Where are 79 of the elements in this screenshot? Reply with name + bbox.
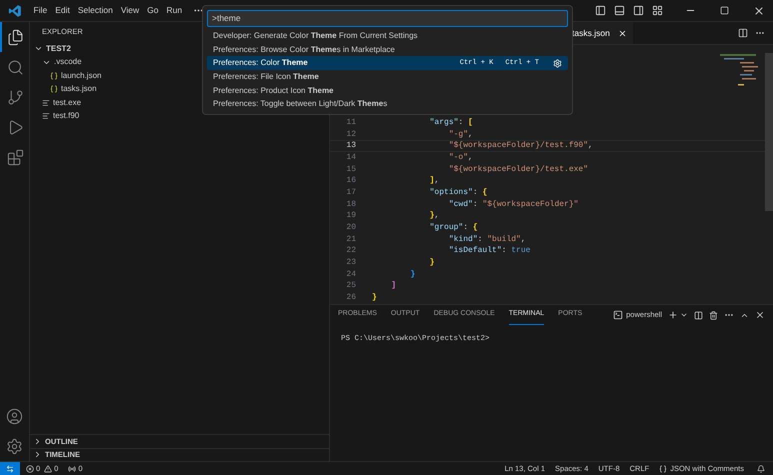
line-number: 19 xyxy=(345,210,356,222)
code-line: "isDefault": true xyxy=(448,245,530,258)
code-line: "options": { xyxy=(428,186,488,199)
close-icon[interactable] xyxy=(755,310,765,320)
code-line: }, xyxy=(428,210,440,222)
trash-icon[interactable] xyxy=(709,310,718,320)
app-logo-icon xyxy=(8,4,22,18)
command-item[interactable]: Developer: Generate Color Theme From Current Settings xyxy=(207,29,568,43)
explorer-entry[interactable]: test.f90 xyxy=(30,110,329,123)
branch-icon[interactable] xyxy=(7,88,24,106)
line-number: 12 xyxy=(345,128,356,141)
line-number: 18 xyxy=(345,198,356,211)
maximize-icon[interactable] xyxy=(720,6,729,15)
menu-item[interactable]: Selection xyxy=(74,4,116,17)
braces-icon xyxy=(50,72,58,80)
play-icon[interactable] xyxy=(7,118,24,136)
close-icon[interactable] xyxy=(618,28,627,38)
code-line: "-g", xyxy=(448,128,473,141)
line-number: 16 xyxy=(345,175,356,188)
panel-bottom-icon[interactable] xyxy=(614,5,625,16)
files-icon[interactable] xyxy=(7,28,24,46)
ports-icon xyxy=(68,464,76,472)
command-item[interactable]: Preferences: Toggle between Light/Dark Themes xyxy=(207,97,568,112)
menu-item[interactable]: View xyxy=(117,4,143,17)
lines-icon xyxy=(42,112,50,120)
code-line: "cwd": "${workspaceFolder}" xyxy=(448,198,578,211)
split-icon[interactable] xyxy=(694,310,703,320)
command-item[interactable]: Preferences: Browse Color Themes in Marketplace xyxy=(207,42,568,56)
menu-item[interactable]: Go xyxy=(144,4,162,17)
warning-icon xyxy=(44,464,52,472)
menu-item[interactable]: File xyxy=(30,4,51,17)
settings-icon[interactable] xyxy=(6,438,23,454)
command-item[interactable]: Preferences: File Icon Theme xyxy=(207,70,568,84)
search-icon[interactable] xyxy=(7,58,24,76)
code-line: } xyxy=(409,268,416,281)
braces-icon xyxy=(50,85,58,94)
code-line: "${workspaceFolder}/test.exe" xyxy=(448,164,588,176)
lines-icon xyxy=(42,98,50,107)
line-number: 14 xyxy=(345,152,356,164)
plus-icon[interactable] xyxy=(668,310,678,320)
line-number: 15 xyxy=(345,164,356,176)
code-line: ], xyxy=(428,175,440,188)
account-icon[interactable] xyxy=(6,408,23,424)
error-icon xyxy=(26,464,34,472)
command-input[interactable]: >theme xyxy=(207,10,568,27)
terminal-icon xyxy=(613,310,624,320)
code-line: "-o", xyxy=(448,152,473,164)
scrollbar-thumb[interactable] xyxy=(765,53,773,211)
code-line: } xyxy=(428,257,434,270)
remote-icon xyxy=(6,464,14,472)
remote-button[interactable] xyxy=(0,462,20,475)
line-number: 24 xyxy=(345,268,356,281)
code-line: "kind": "build", xyxy=(448,234,526,246)
line-number: 11 xyxy=(345,116,356,129)
close-icon[interactable] xyxy=(753,4,765,16)
line-number: 20 xyxy=(345,222,356,234)
line-number: 22 xyxy=(345,245,356,258)
panel-left-icon[interactable] xyxy=(595,5,606,16)
code-line: "${workspaceFolder}/test.f90", xyxy=(448,140,593,152)
line-number: 13 xyxy=(345,140,356,152)
line-number: 25 xyxy=(345,280,356,292)
command-item[interactable]: Preferences: Product Icon Theme xyxy=(207,84,568,98)
menu-item[interactable]: Run xyxy=(162,4,186,17)
line-number: 23 xyxy=(345,257,356,270)
chevron-down-icon[interactable] xyxy=(680,311,688,319)
menu-item[interactable]: Edit xyxy=(52,4,74,17)
line-number: 21 xyxy=(345,234,356,246)
layout-icon[interactable] xyxy=(652,5,663,16)
bell-icon[interactable] xyxy=(757,464,765,472)
code-line: ] xyxy=(390,280,396,292)
code-line: "args": [ xyxy=(428,116,473,129)
code-line: } xyxy=(372,292,377,304)
split-editor-icon[interactable] xyxy=(738,28,748,38)
panel-right-icon[interactable] xyxy=(633,5,644,16)
braces-icon xyxy=(659,464,668,472)
line-number: 26 xyxy=(345,292,356,304)
code-line: "group": { xyxy=(428,222,478,234)
blocks-icon[interactable] xyxy=(7,148,24,166)
line-number: 17 xyxy=(345,186,356,199)
